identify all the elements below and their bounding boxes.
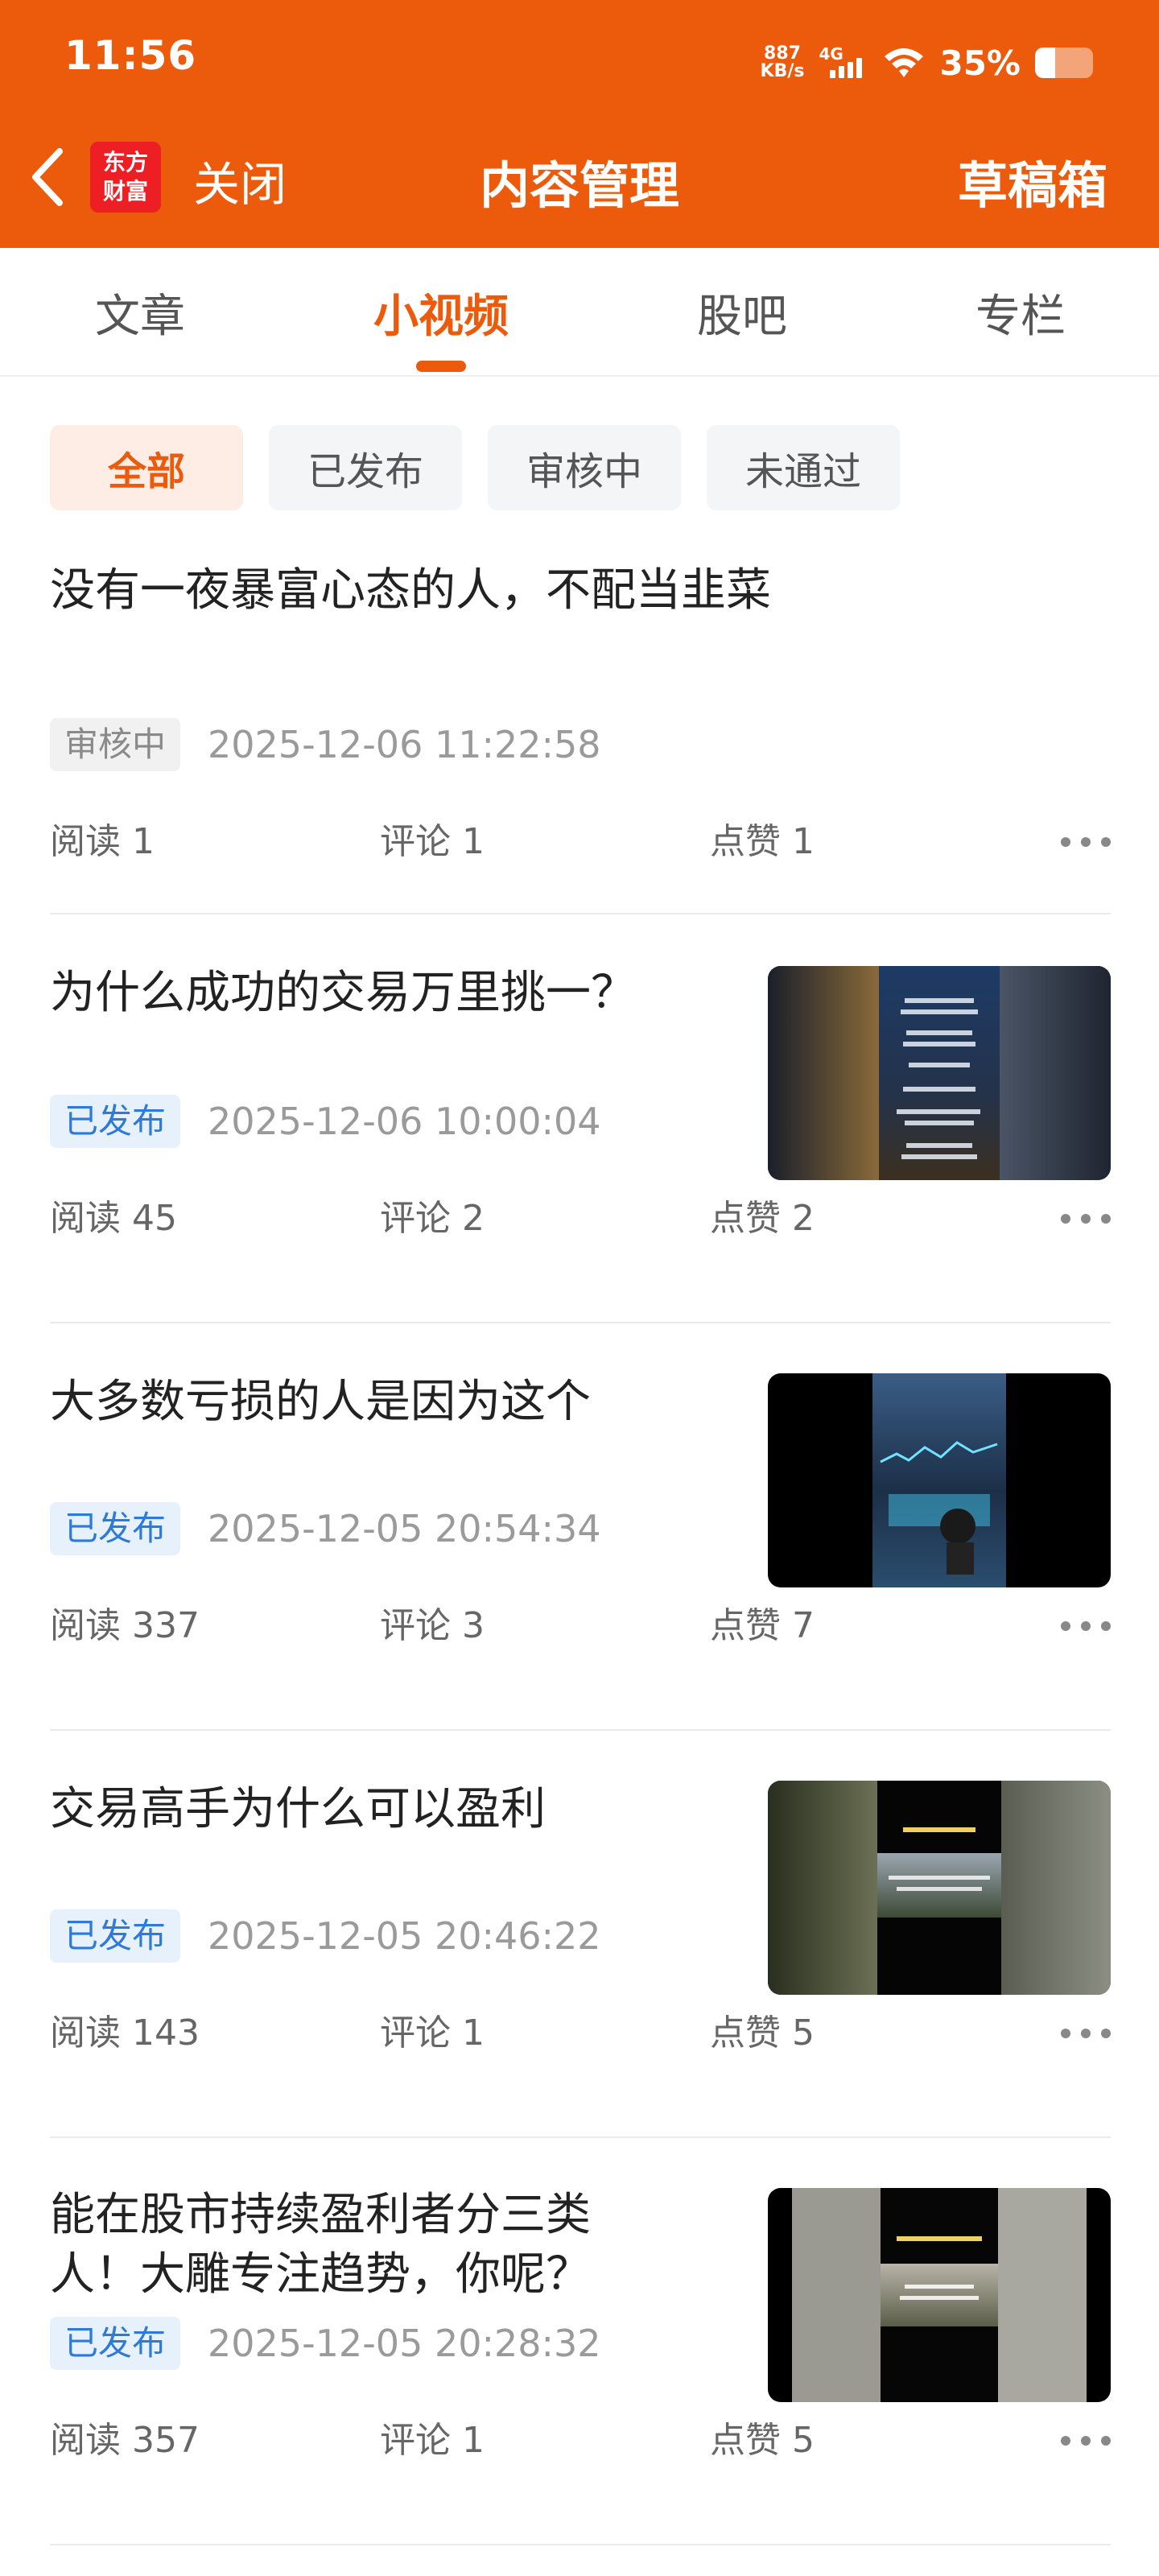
battery-percent: 35% — [939, 43, 1021, 83]
comment-count: 评论 1 — [380, 2013, 485, 2054]
net-speed-value: 887 — [764, 43, 801, 64]
more-icon[interactable] — [1061, 1195, 1111, 1243]
more-icon[interactable] — [1061, 2009, 1111, 2058]
read-count: 阅读 1 — [50, 821, 155, 862]
video-thumbnail[interactable] — [768, 1373, 1111, 1587]
list-item[interactable]: 交易高手为什么可以盈利 已发布 2025-12-05 20:46:22 阅读 1… — [50, 1731, 1111, 2138]
status-badge: 已发布 — [50, 1095, 181, 1148]
eastmoney-logo: 东方 财富 — [90, 142, 161, 213]
status-badge: 已发布 — [50, 2317, 181, 2370]
like-count: 点赞 2 — [710, 1198, 815, 1239]
list-item[interactable]: 大多数亏损的人是因为这个 已发布 2025-12-05 20:54:34 阅读 … — [50, 1323, 1111, 1731]
comment-count: 评论 1 — [380, 821, 485, 862]
publish-time: 2025-12-06 10:00:04 — [208, 1100, 601, 1143]
drafts-button[interactable]: 草稿箱 — [958, 145, 1107, 217]
chevron-left-icon — [32, 148, 63, 206]
like-count: 点赞 1 — [710, 821, 815, 862]
tab-columns[interactable]: 专栏 — [972, 280, 1069, 345]
wifi-icon — [885, 48, 924, 77]
more-icon[interactable] — [1061, 1602, 1111, 1650]
battery-icon — [1035, 47, 1093, 78]
active-tab-indicator — [416, 361, 466, 372]
list-item[interactable]: 没有一夜暴富心态的人，不配当韭菜 审核中 2025-12-06 11:22:58… — [50, 547, 1111, 914]
logo-line-2: 财富 — [102, 178, 148, 204]
tab-short-videos[interactable]: 小视频 — [366, 280, 516, 345]
status-icons: 887 KB/s 4G 35% — [761, 39, 1093, 87]
read-count: 阅读 357 — [50, 2420, 200, 2461]
status-badge: 审核中 — [50, 718, 181, 771]
status-badge: 已发布 — [50, 1502, 181, 1555]
net-speed: 887 KB/s — [761, 45, 805, 80]
list-item[interactable]: 能在股市持续盈利者分三类 人！大雕专注趋势，你呢？ 已发布 2025-12-05… — [50, 2138, 1111, 2545]
list-item[interactable]: 为什么成功的交易万里挑一？ 已发布 2025-12-06 10:00:04 阅读… — [50, 914, 1111, 1323]
item-title[interactable]: 交易高手为什么可以盈利 — [50, 1781, 546, 1839]
more-icon[interactable] — [1061, 818, 1111, 866]
publish-time: 2025-12-05 20:28:32 — [208, 2322, 601, 2365]
status-badge: 已发布 — [50, 1909, 181, 1963]
nav-bar: 东方 财富 关闭 内容管理 草稿箱 — [0, 121, 1159, 233]
close-button[interactable]: 关闭 — [193, 147, 287, 214]
content-type-tabs: 文章 小视频 股吧 专栏 — [0, 248, 1159, 377]
status-filter: 全部 已发布 审核中 未通过 — [50, 425, 900, 510]
back-button[interactable] — [24, 145, 69, 209]
filter-rejected[interactable]: 未通过 — [707, 425, 900, 510]
publish-time: 2025-12-05 20:46:22 — [208, 1914, 601, 1958]
app-header: 11:56 887 KB/s 4G 35% 东方 财富 关闭 内容管理 草稿箱 — [0, 0, 1159, 248]
tab-stock-forum[interactable]: 股吧 — [694, 280, 790, 345]
filter-under-review[interactable]: 审核中 — [488, 425, 681, 510]
logo-line-1: 东方 — [102, 149, 148, 175]
filter-published[interactable]: 已发布 — [269, 425, 462, 510]
status-time: 11:56 — [64, 32, 197, 79]
video-thumbnail[interactable] — [768, 966, 1111, 1180]
item-title-line-2[interactable]: 人！大雕专注趋势，你呢？ — [50, 2246, 591, 2304]
item-title[interactable]: 为什么成功的交易万里挑一？ — [50, 964, 636, 1022]
filter-all[interactable]: 全部 — [50, 425, 243, 510]
comment-count: 评论 2 — [380, 1198, 485, 1239]
like-count: 点赞 5 — [710, 2013, 815, 2054]
tab-articles[interactable]: 文章 — [92, 280, 188, 345]
item-title[interactable]: 没有一夜暴富心态的人，不配当韭菜 — [50, 562, 771, 620]
comment-count: 评论 1 — [380, 2420, 485, 2461]
like-count: 点赞 7 — [710, 1605, 815, 1646]
read-count: 阅读 143 — [50, 2013, 200, 2054]
item-title-line-1[interactable]: 能在股市持续盈利者分三类 — [50, 2186, 591, 2244]
status-bar: 11:56 887 KB/s 4G 35% — [0, 0, 1159, 121]
comment-count: 评论 3 — [380, 1605, 485, 1646]
publish-time: 2025-12-05 20:54:34 — [208, 1507, 601, 1550]
more-icon[interactable] — [1061, 2417, 1111, 2465]
publish-time: 2025-12-06 11:22:58 — [208, 723, 601, 766]
read-count: 阅读 337 — [50, 1605, 200, 1646]
video-thumbnail[interactable] — [768, 2188, 1111, 2402]
read-count: 阅读 45 — [50, 1198, 177, 1239]
cellular-signal-icon: 4G — [819, 44, 868, 81]
video-thumbnail[interactable] — [768, 1781, 1111, 1995]
like-count: 点赞 5 — [710, 2420, 815, 2461]
net-speed-unit: KB/s — [760, 61, 805, 81]
item-title[interactable]: 大多数亏损的人是因为这个 — [50, 1373, 591, 1431]
